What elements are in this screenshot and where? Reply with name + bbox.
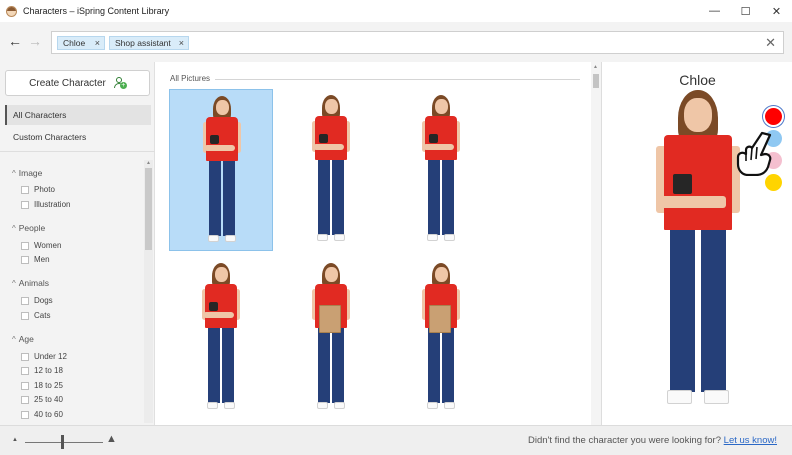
zoom-slider[interactable]: [25, 442, 103, 443]
gallery-scrollbar[interactable]: ▲: [591, 62, 601, 425]
checkbox[interactable]: [21, 311, 29, 320]
scroll-up-arrow-icon[interactable]: ▲: [146, 160, 151, 166]
title-bar: Characters – iSpring Content Library — ☐…: [0, 0, 792, 22]
forward-arrow-icon[interactable]: →: [28, 33, 42, 49]
color-swatch-red[interactable]: [765, 108, 782, 125]
sidebar-divider: [0, 151, 155, 152]
scrollbar-thumb[interactable]: [145, 168, 152, 250]
maximize-button[interactable]: ☐: [730, 0, 761, 22]
filter-group-image[interactable]: ^ Image: [12, 168, 42, 178]
app-avatar-icon: [6, 5, 17, 17]
chevron-up-icon: ^: [12, 335, 16, 344]
checkbox[interactable]: [21, 200, 29, 209]
filter-group-people[interactable]: ^ People: [12, 223, 45, 233]
hand-pointer-icon: [736, 131, 772, 176]
scrollbar-thumb[interactable]: [593, 74, 599, 88]
chip-remove-icon[interactable]: ×: [179, 37, 184, 49]
chip-remove-icon[interactable]: ×: [95, 37, 100, 49]
zoom-slider-thumb[interactable]: [61, 435, 64, 449]
character-card[interactable]: [279, 89, 383, 251]
chevron-up-icon: ^: [12, 279, 16, 288]
filter-option[interactable]: 18 to 25: [21, 381, 63, 390]
checkbox[interactable]: [21, 185, 29, 194]
status-bar: ▲ ▲ Didn't find the character you were l…: [0, 425, 792, 455]
checkbox[interactable]: [21, 366, 29, 375]
chevron-up-icon: ^: [12, 169, 16, 178]
sidebar: Create Character + All Characters Custom…: [0, 62, 155, 425]
clear-search-icon[interactable]: ✕: [765, 35, 776, 50]
filter-group-age[interactable]: ^ Age: [12, 334, 34, 344]
sidebar-item-all-characters[interactable]: All Characters: [5, 105, 151, 125]
filter-option[interactable]: Illustration: [21, 200, 70, 209]
character-name: Chloe: [679, 72, 716, 88]
checkbox[interactable]: [21, 410, 29, 419]
checkbox[interactable]: [21, 352, 29, 361]
zoom-in-icon[interactable]: ▲: [106, 433, 117, 445]
sidebar-scrollbar[interactable]: ▲: [144, 160, 153, 423]
chip-label: Chloe: [63, 38, 86, 48]
character-card[interactable]: [169, 257, 273, 419]
character-preview: Chloe: [601, 62, 792, 425]
character-card[interactable]: [389, 89, 493, 251]
filter-group-animals[interactable]: ^ Animals: [12, 278, 49, 288]
filter-option[interactable]: Men: [21, 255, 50, 264]
filter-option[interactable]: Women: [21, 241, 61, 250]
close-button[interactable]: ✕: [761, 0, 792, 22]
filter-chip-chloe[interactable]: Chloe ×: [57, 36, 105, 50]
picture-gallery: All Pictures ▲: [155, 62, 601, 425]
character-card[interactable]: [169, 89, 273, 251]
character-card[interactable]: [389, 257, 493, 419]
minimize-button[interactable]: —: [699, 0, 730, 22]
filter-option[interactable]: Cats: [21, 311, 50, 320]
section-divider: [215, 79, 580, 80]
filter-option[interactable]: 12 to 18: [21, 366, 63, 375]
character-card[interactable]: [279, 257, 383, 419]
filter-panel: ^ Image Photo Illustration ^ People Women …: [0, 162, 143, 425]
chevron-up-icon: ^: [12, 224, 16, 233]
filter-option[interactable]: 25 to 40: [21, 395, 63, 404]
search-toolbar: ← → Chloe × Shop assistant × ✕: [0, 22, 792, 62]
back-arrow-icon[interactable]: ←: [8, 33, 22, 49]
window-controls: — ☐ ✕: [699, 0, 792, 22]
filter-option[interactable]: Dogs: [21, 296, 53, 305]
window-title: Characters – iSpring Content Library: [23, 6, 170, 16]
checkbox[interactable]: [21, 296, 29, 305]
create-character-button[interactable]: Create Character +: [5, 70, 150, 96]
section-title: All Pictures: [170, 74, 211, 83]
chip-label: Shop assistant: [115, 38, 171, 48]
checkbox[interactable]: [21, 395, 29, 404]
sidebar-item-custom-characters[interactable]: Custom Characters: [5, 127, 151, 147]
feedback-text: Didn't find the character you were looki…: [528, 435, 722, 446]
create-character-label: Create Character: [29, 77, 106, 89]
scroll-up-arrow-icon[interactable]: ▲: [593, 64, 598, 70]
checkbox[interactable]: [21, 255, 29, 264]
filter-option[interactable]: Under 12: [21, 352, 67, 361]
filter-option[interactable]: Photo: [21, 185, 55, 194]
filter-chip-shop-assistant[interactable]: Shop assistant ×: [109, 36, 189, 50]
checkbox[interactable]: [21, 381, 29, 390]
search-input[interactable]: Chloe × Shop assistant × ✕: [51, 31, 784, 54]
add-person-icon: +: [113, 77, 127, 89]
let-us-know-link[interactable]: Let us know!: [724, 435, 777, 446]
filter-option[interactable]: 40 to 60: [21, 410, 63, 419]
color-swatch-yellow[interactable]: [765, 174, 782, 191]
feedback-message: Didn't find the character you were looki…: [528, 435, 777, 446]
checkbox[interactable]: [21, 241, 29, 250]
zoom-out-icon[interactable]: ▲: [12, 437, 18, 443]
